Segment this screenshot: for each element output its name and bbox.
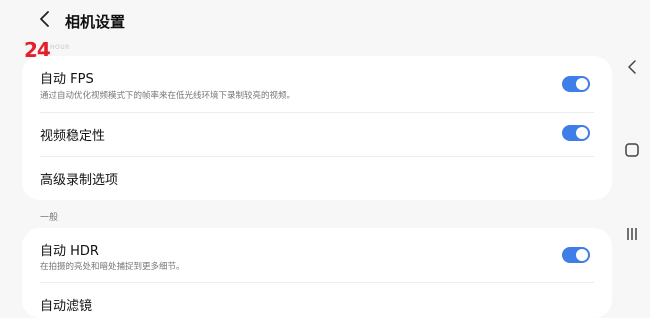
chevron-left-icon (38, 10, 52, 32)
video-stabilization-toggle[interactable] (562, 125, 590, 141)
nav-home-button[interactable] (620, 139, 644, 163)
auto-fps-title: 自动 FPS (40, 72, 94, 87)
section-header-general: 一般 (40, 213, 59, 223)
back-button[interactable] (34, 10, 56, 32)
auto-hdr-subtitle: 在拍摄的亮处和暗处捕捉到更多细节。 (40, 262, 185, 272)
toggle-knob (575, 77, 589, 91)
toggle-knob (575, 248, 589, 262)
nav-back-button[interactable] (620, 56, 644, 80)
auto-hdr-toggle[interactable] (562, 247, 590, 263)
auto-filter-row[interactable]: 自动滤镜 (22, 283, 612, 318)
page-title: 相机设置 (65, 13, 126, 31)
video-settings-card: 自动 FPS 通过自动优化视频模式下的帧率来在低光线环境下录制较亮的视频。 视频… (22, 56, 612, 200)
advanced-recording-title: 高级录制选项 (40, 173, 119, 188)
general-settings-card: 自动 HDR 在拍摄的亮处和暗处捕捉到更多细节。 自动滤镜 (22, 228, 612, 318)
toggle-knob (575, 126, 589, 140)
auto-fps-subtitle: 通过自动优化视频模式下的帧率来在低光线环境下录制较亮的视频。 (40, 91, 296, 101)
app-header: 相机设置 (0, 0, 612, 44)
auto-fps-toggle[interactable] (562, 76, 590, 92)
nav-recents-icon (625, 226, 639, 245)
auto-filter-title: 自动滤镜 (40, 299, 93, 314)
auto-hdr-row[interactable]: 自动 HDR 在拍摄的亮处和暗处捕捉到更多细节。 (22, 228, 612, 282)
video-stabilization-row[interactable]: 视频稳定性 (22, 113, 612, 156)
video-stabilization-title: 视频稳定性 (40, 129, 106, 144)
nav-back-icon (627, 59, 637, 78)
nav-home-icon (625, 142, 639, 161)
overlay-caption: HOUR (50, 44, 70, 51)
auto-hdr-title: 自动 HDR (40, 244, 99, 259)
auto-fps-row[interactable]: 自动 FPS 通过自动优化视频模式下的帧率来在低光线环境下录制较亮的视频。 (22, 56, 612, 112)
nav-recents-button[interactable] (620, 223, 644, 247)
advanced-recording-row[interactable]: 高级录制选项 (22, 157, 612, 200)
